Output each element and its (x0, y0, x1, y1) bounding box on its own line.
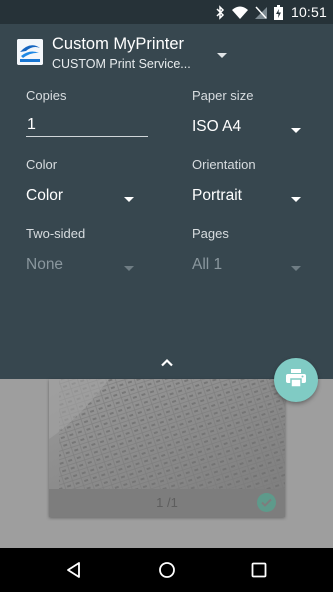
page-preview[interactable]: 1 /1 (49, 379, 285, 517)
status-icons: 10:51 (215, 0, 327, 24)
copies-label: Copies (26, 88, 67, 103)
back-icon[interactable] (63, 559, 85, 581)
paper-size-label: Paper size (192, 88, 254, 103)
printer-logo-icon (17, 39, 43, 65)
preview-area: 1 /1 (0, 379, 333, 548)
orientation-dropdown-icon[interactable] (290, 191, 302, 202)
paper-size-dropdown-icon[interactable] (290, 122, 302, 133)
color-label: Color (26, 157, 58, 172)
pages-dropdown-icon (290, 260, 302, 271)
page-thumbnail-image (49, 379, 285, 489)
two-sided-dropdown-icon (123, 260, 135, 271)
no-sim-icon (254, 5, 267, 19)
check-icon[interactable] (257, 493, 276, 512)
recents-icon[interactable] (248, 559, 270, 581)
printer-name: Custom MyPrinter (52, 35, 185, 53)
color-dropdown-icon[interactable] (123, 191, 135, 202)
pages-value: All 1 (192, 256, 223, 273)
bluetooth-icon (215, 4, 225, 20)
chevron-down-icon[interactable] (214, 48, 230, 58)
print-options-panel: Custom MyPrinter CUSTOM Print Service...… (0, 24, 333, 379)
wifi-icon (231, 6, 248, 19)
orientation-label: Orientation (192, 157, 256, 172)
battery-charging-icon (273, 4, 283, 20)
printer-selector[interactable]: Custom MyPrinter CUSTOM Print Service... (0, 24, 333, 80)
status-time: 10:51 (290, 4, 327, 20)
navigation-bar (0, 548, 333, 592)
page-counter: 1 /1 (156, 495, 178, 510)
print-button[interactable] (274, 358, 318, 402)
home-icon[interactable] (156, 559, 178, 581)
color-value[interactable]: Color (26, 187, 63, 205)
chevron-up-icon[interactable] (155, 352, 179, 372)
paper-size-value[interactable]: ISO A4 (192, 118, 241, 136)
printer-service: CUSTOM Print Service... (52, 57, 191, 71)
status-bar: 10:51 (0, 0, 333, 24)
printer-icon (286, 368, 306, 392)
orientation-value[interactable]: Portrait (192, 187, 242, 205)
page-footer: 1 /1 (49, 489, 285, 517)
pages-label: Pages (192, 226, 229, 241)
two-sided-value: None (26, 256, 64, 273)
copies-input[interactable]: 1 (26, 111, 148, 137)
two-sided-label: Two-sided (26, 226, 86, 241)
